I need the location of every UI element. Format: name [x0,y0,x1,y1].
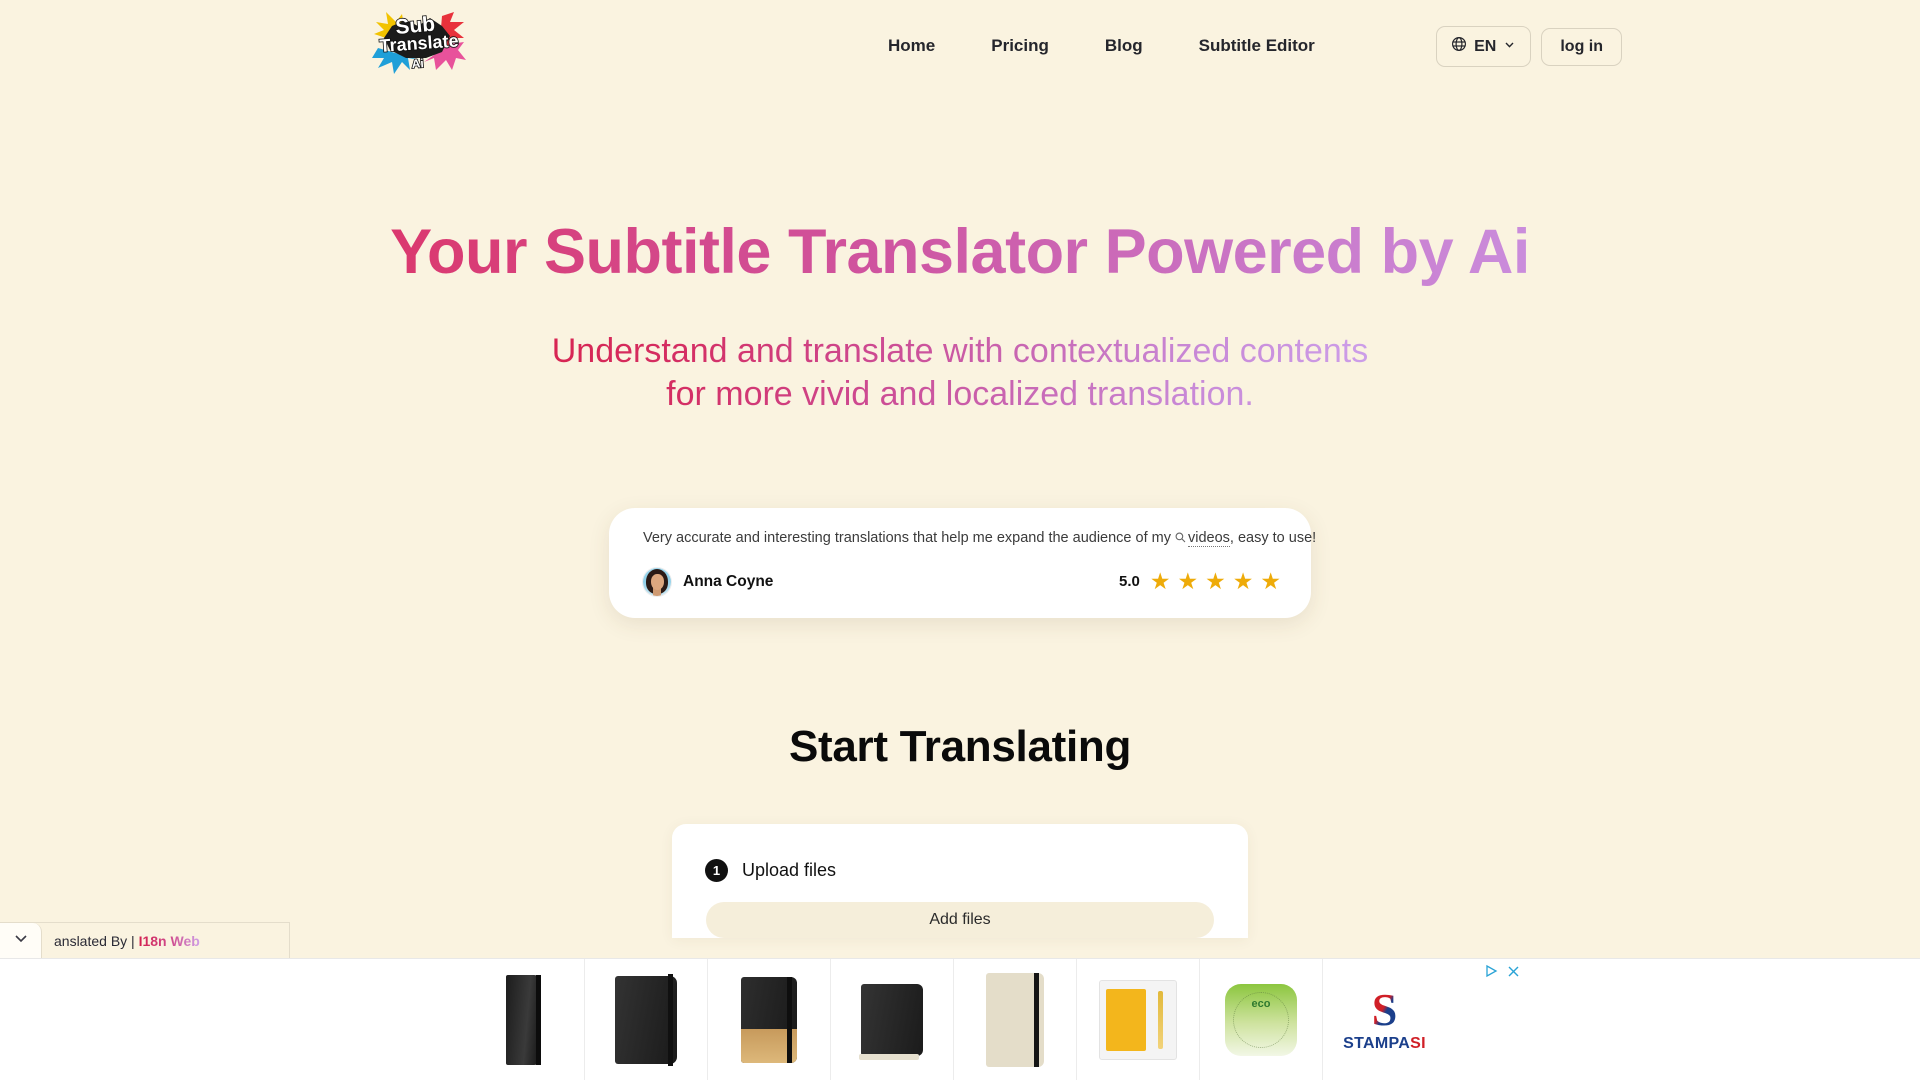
translate-bar-toggle[interactable] [0,922,42,959]
search-icon [1175,529,1186,551]
ad-content[interactable]: eco S STAMPASI [462,959,1459,1080]
ad-product-image[interactable] [954,959,1077,1080]
ad-product-image[interactable]: eco [1200,959,1323,1080]
translate-bar-text: anslated By | I18n Web [42,933,200,949]
ad-advertiser-logo[interactable]: S STAMPASI [1323,959,1446,1080]
ad-banner: eco S STAMPASI [0,958,1920,1080]
ad-logo-word-red: SI [1410,1035,1426,1052]
upload-files-label: Upload files [742,859,837,880]
close-icon[interactable] [1507,965,1520,980]
upload-step: 1 Upload files [694,850,1226,882]
testimonial-quote-after: , easy to use! [1229,529,1317,546]
nav-item-subtitle-editor[interactable]: Subtitle Editor [1171,30,1343,62]
chevron-down-icon [12,929,30,952]
testimonial-author: Anna Coyne [643,567,774,596]
step-number-badge: 1 [705,858,728,882]
testimonial-videos-link[interactable]: videos [1188,529,1230,547]
nav-item-pricing[interactable]: Pricing [963,30,1077,62]
svg-text:Ai: Ai [411,56,424,71]
hero-title: Your Subtitle Translator Powered by Ai [0,216,1920,288]
translate-bar-prefix: anslated By | [54,932,139,949]
ad-product-image[interactable] [708,959,831,1080]
ad-product-image[interactable] [462,959,585,1080]
testimonial-quote: Very accurate and interesting translatio… [643,528,1316,551]
upload-card: 1 Upload files Add files [672,823,1248,938]
rating-value: 5.0 [1119,573,1140,590]
nav-item-blog[interactable]: Blog [1077,30,1171,62]
add-files-button[interactable]: Add files [706,901,1214,938]
nav-item-home[interactable]: Home [860,30,963,62]
ad-logo-word-blue: STAMPA [1343,1035,1411,1052]
star-icon: ★ [1149,568,1171,594]
ad-info-icon[interactable] [1485,964,1499,980]
header-actions: EN log in [1436,26,1622,67]
star-icon: ★ [1205,568,1226,594]
ad-product-image[interactable] [1077,959,1200,1080]
eco-label: eco [1251,998,1271,1010]
language-code: EN [1474,37,1497,55]
translate-bar-brand: I18n Web [138,932,200,949]
ad-controls [1485,964,1520,980]
site-header: Sub Translate Ai Home Pricing Blog Subti… [0,0,1920,88]
ad-product-image[interactable] [585,959,708,1080]
main-nav: Home Pricing Blog Subtitle Editor [860,30,1343,62]
star-icon: ★ [1177,568,1199,594]
globe-icon [1451,36,1467,57]
testimonial-footer: Anna Coyne 5.0 ★ ★ ★ ★ ★ [643,567,1281,596]
chevron-down-icon [1503,38,1516,56]
ad-logo-mark: S [1371,984,1398,1035]
translate-bar: anslated By | I18n Web [0,922,290,959]
star-icon: ★ [1260,568,1281,594]
hero-subtitle: Understand and translate with contextual… [530,330,1390,414]
testimonial-card: Very accurate and interesting translatio… [609,507,1316,618]
avatar [643,567,671,596]
status-badge: 5.0 ★ ★ ★ ★ ★ [1119,570,1281,593]
page-title: Start Translating [788,721,1132,771]
author-name: Anna Coyne [683,572,774,590]
ad-logo-wordmark: STAMPASI [1343,1035,1426,1053]
ad-product-image[interactable] [831,959,954,1080]
language-selector[interactable]: EN [1436,26,1532,67]
login-button[interactable]: log in [1541,27,1622,66]
star-icon: ★ [1232,568,1254,594]
testimonial-quote-before: Very accurate and interesting translatio… [643,529,1171,546]
site-logo[interactable]: Sub Translate Ai [372,8,468,78]
